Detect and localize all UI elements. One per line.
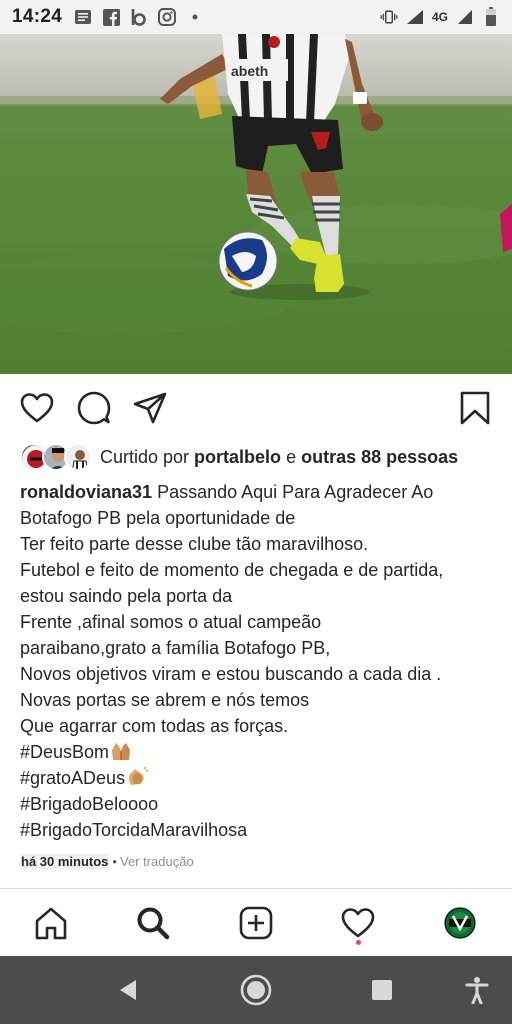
comment-icon[interactable] — [76, 390, 112, 426]
post-time-ago: há 30 minutos — [20, 854, 110, 869]
post-actions — [0, 386, 512, 430]
new-post-icon[interactable] — [236, 903, 276, 943]
home-icon[interactable] — [31, 903, 71, 943]
avatar — [64, 443, 92, 471]
search-icon[interactable] — [133, 903, 173, 943]
battery-icon — [482, 7, 500, 26]
hashtag-deusbom[interactable]: #DeusBom — [20, 742, 109, 762]
network-label: 4G — [431, 10, 448, 24]
post-meta: há 30 minutos • Ver tradução — [20, 854, 194, 869]
caption-text: Passando Aqui Para Agradecer Ao — [157, 482, 434, 502]
meta-separator: • — [112, 854, 117, 869]
more-dot-icon — [186, 8, 204, 26]
caption-line: Novas portas se abrem e nós temos — [20, 690, 310, 710]
caption-hashtag-line[interactable]: #BrigadoTorcidaMaravilhosa — [20, 817, 500, 843]
signal-icon — [406, 8, 424, 26]
caption-line: Futebol e feito de momento de chegada e … — [20, 560, 444, 580]
accessibility-icon[interactable] — [461, 974, 493, 1006]
signal-2-icon — [456, 8, 474, 26]
caption-line: Frente ,afinal somos o atual campeão — [20, 612, 322, 632]
b-app-icon — [130, 8, 148, 26]
caption-line: Botafogo PB pela oportunidade de — [20, 508, 296, 528]
back-icon[interactable] — [112, 974, 144, 1006]
hashtag-gratoadeus[interactable]: #gratoADeus — [20, 768, 125, 788]
caption-hashtag-line: #DeusBom — [20, 739, 500, 765]
system-icons: 4G — [380, 7, 500, 26]
translate-link[interactable]: Ver tradução — [120, 854, 194, 869]
soccer-photo: abeth — [0, 34, 512, 374]
status-time: 14:24 — [12, 6, 63, 27]
share-icon[interactable] — [132, 390, 168, 426]
svg-text:abeth: abeth — [231, 63, 268, 79]
caption-line: Ter feito parte desse clube tão maravilh… — [20, 534, 369, 554]
likes-connector: e — [281, 446, 302, 467]
clapping-hands-icon — [125, 766, 149, 787]
caption-line: estou saindo pela porta da — [20, 586, 233, 606]
caption-line: ronaldoviana31 Passando Aqui Para Agrade… — [20, 479, 500, 505]
like-heart-icon[interactable] — [19, 390, 55, 426]
save-bookmark-icon[interactable] — [457, 390, 493, 426]
liker-avatars — [20, 442, 92, 472]
caption-hashtag-line: #gratoADeus — [20, 765, 500, 791]
instagram-icon — [158, 8, 177, 26]
post-photo[interactable]: abeth — [0, 34, 512, 374]
notification-icons — [74, 8, 204, 26]
likes-others[interactable]: outras 88 pessoas — [301, 447, 458, 467]
home-circle-icon[interactable] — [240, 974, 272, 1006]
activity-notification-dot — [356, 940, 361, 945]
bottom-tab-bar — [0, 888, 512, 956]
message-icon — [74, 8, 92, 26]
caption-line: Novos objetivos viram e estou buscando a… — [20, 664, 442, 684]
caption-hashtag-line[interactable]: #BrigadoBeloooo — [20, 791, 500, 817]
profile-avatar[interactable] — [440, 903, 480, 943]
activity-heart-icon[interactable] — [338, 903, 378, 943]
caption-line: paraibano,grato a família Botafogo PB, — [20, 638, 331, 658]
caption-line: Que agarrar com todas as forças. — [20, 716, 289, 736]
likes-prefix: Curtido por — [100, 446, 195, 467]
likes-row[interactable]: Curtido por portalbelo e outras 88 pesso… — [20, 441, 458, 473]
likes-summary: Curtido por portalbelo e outras 88 pesso… — [100, 447, 458, 468]
status-bar: 14:24 4G — [0, 0, 512, 34]
liker-username[interactable]: portalbelo — [194, 447, 281, 467]
caption-username[interactable]: ronaldoviana31 — [20, 482, 152, 502]
vibrate-icon — [380, 8, 398, 26]
recents-icon[interactable] — [366, 974, 398, 1006]
post-caption: ronaldoviana31 Passando Aqui Para Agrade… — [20, 479, 500, 843]
praying-hands-icon — [109, 741, 131, 761]
facebook-icon — [102, 8, 120, 26]
system-nav-bar — [0, 956, 512, 1024]
